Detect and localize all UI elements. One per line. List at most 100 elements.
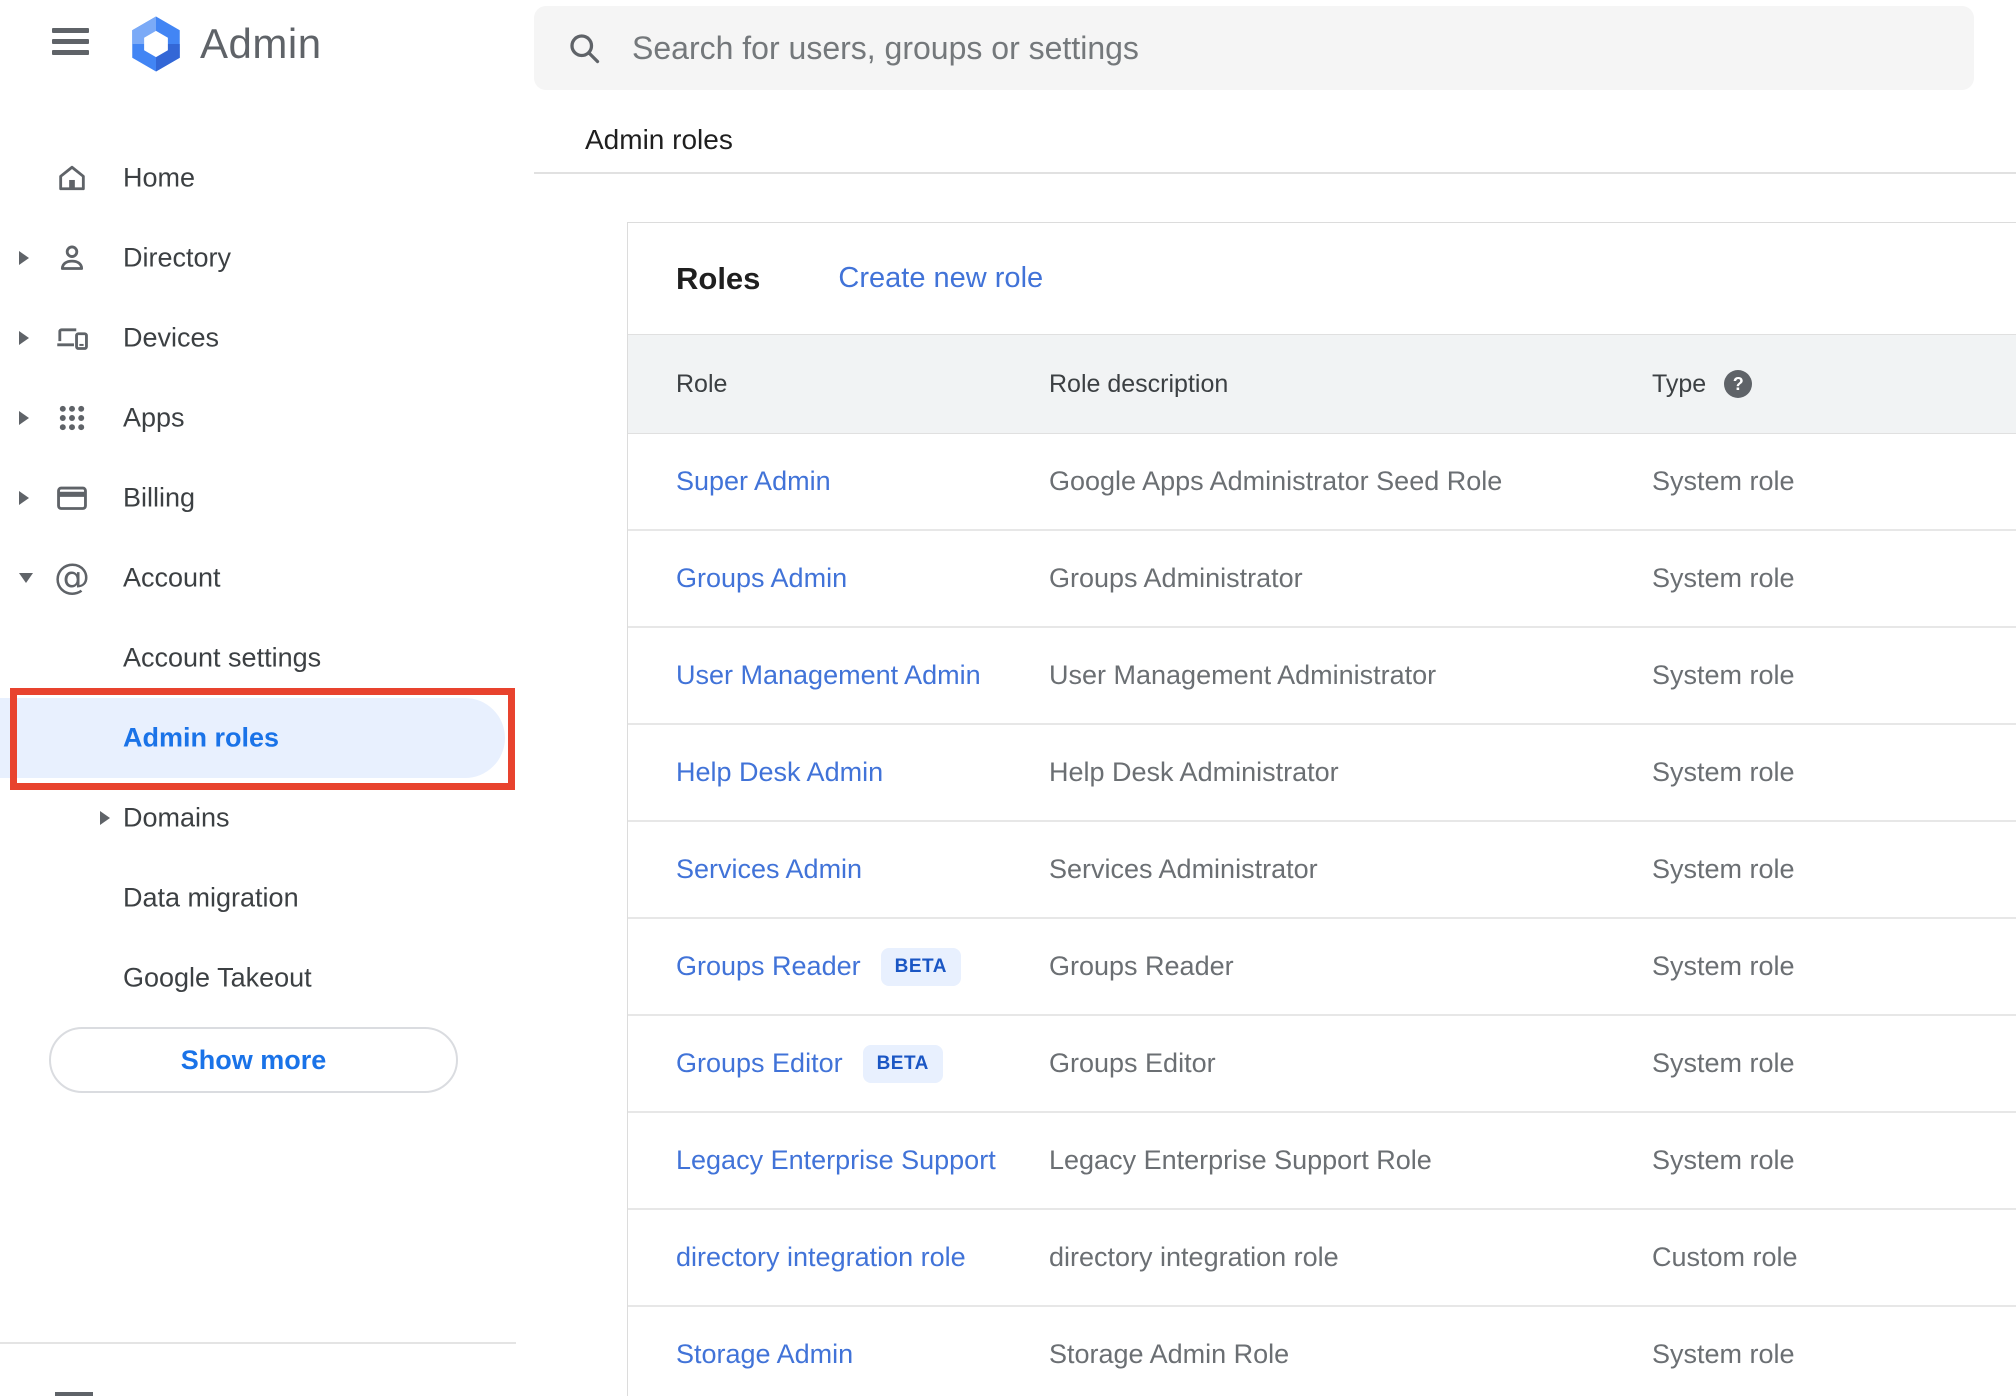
role-description: Storage Admin Role [1049, 1339, 1290, 1369]
role-type: System role [1652, 854, 1795, 884]
sidebar-item-label: Account settings [123, 642, 322, 673]
sidebar-item-label: Billing [123, 482, 196, 513]
role-link[interactable]: directory integration role [676, 1242, 966, 1273]
table-row: Storage Admin Storage Admin Role System … [628, 1307, 2016, 1396]
app-logo: Admin [126, 14, 322, 74]
sidebar: Admin Home Directory Devices Apps Billin… [0, 0, 516, 1396]
role-type: System role [1652, 563, 1795, 593]
role-description: Services Administrator [1049, 854, 1318, 884]
table-row: directory integration role directory int… [628, 1210, 2016, 1307]
role-link[interactable]: Help Desk Admin [676, 757, 883, 788]
table-row: Groups Editor BETA Groups Editor System … [628, 1016, 2016, 1113]
role-link[interactable]: Groups Reader [676, 951, 861, 982]
role-link[interactable]: Storage Admin [676, 1339, 853, 1370]
clipped-bottom-icon [55, 1392, 93, 1396]
role-description: directory integration role [1049, 1242, 1339, 1272]
table-header-row: Role Role description Type ? [628, 334, 2016, 434]
table-row: Help Desk Admin Help Desk Administrator … [628, 725, 2016, 822]
role-type: System role [1652, 1048, 1795, 1078]
chevron-right-icon [19, 411, 29, 425]
role-description: Help Desk Administrator [1049, 757, 1339, 787]
sidebar-nav: Home Directory Devices Apps Billing @ Ac… [0, 138, 516, 1018]
app-title: Admin [200, 20, 322, 67]
role-link[interactable]: Legacy Enterprise Support [676, 1145, 996, 1176]
home-icon [55, 161, 89, 195]
search-bar [534, 6, 1974, 90]
sidebar-item-label: Admin roles [123, 722, 280, 753]
sidebar-item-account[interactable]: @ Account [0, 538, 516, 618]
table-row: User Management Admin User Management Ad… [628, 628, 2016, 725]
sidebar-item-label: Home [123, 162, 196, 193]
at-icon: @ [54, 557, 90, 598]
devices-icon [55, 321, 89, 355]
sidebar-item-home[interactable]: Home [0, 138, 516, 218]
sidebar-item-devices[interactable]: Devices [0, 298, 516, 378]
role-type: System role [1652, 757, 1795, 787]
table-row: Groups Reader BETA Groups Reader System … [628, 919, 2016, 1016]
sidebar-item-data-migration[interactable]: Data migration [0, 858, 516, 938]
sidebar-item-label: Apps [123, 402, 185, 433]
role-type: System role [1652, 466, 1795, 496]
chevron-down-icon [19, 573, 33, 583]
sidebar-item-apps[interactable]: Apps [0, 378, 516, 458]
beta-badge: BETA [862, 1044, 943, 1083]
sidebar-item-label: Directory [123, 242, 232, 273]
admin-logo-icon [132, 16, 180, 72]
role-type: Custom role [1652, 1242, 1798, 1272]
role-link[interactable]: Groups Admin [676, 563, 847, 594]
menu-icon[interactable] [52, 28, 89, 55]
chevron-right-icon [19, 331, 29, 345]
credit-card-icon [55, 481, 89, 515]
role-description: Groups Editor [1049, 1048, 1216, 1078]
role-link[interactable]: Groups Editor [676, 1048, 843, 1079]
chevron-right-icon [19, 251, 29, 265]
column-header-type: Type ? [1652, 370, 2016, 399]
role-link[interactable]: User Management Admin [676, 660, 981, 691]
role-type: System role [1652, 951, 1795, 981]
sidebar-item-domains[interactable]: Domains [0, 778, 516, 858]
apps-grid-icon [55, 401, 89, 435]
roles-table-body: Super Admin Google Apps Administrator Se… [628, 434, 2016, 1396]
role-type: System role [1652, 660, 1795, 690]
sidebar-item-billing[interactable]: Billing [0, 458, 516, 538]
search-icon [570, 34, 600, 64]
breadcrumb: Admin roles [585, 124, 733, 155]
chevron-right-icon [100, 811, 110, 825]
roles-panel: Roles Create new role Role Role descript… [627, 222, 2016, 1396]
help-icon[interactable]: ? [1724, 370, 1753, 398]
role-type: System role [1652, 1339, 1795, 1369]
sidebar-item-directory[interactable]: Directory [0, 218, 516, 298]
sidebar-divider [0, 1342, 516, 1344]
sidebar-item-label: Account [123, 562, 221, 593]
sidebar-item-admin-roles[interactable]: Admin roles [0, 698, 505, 778]
search-input[interactable] [632, 29, 1974, 67]
sidebar-item-label: Google Takeout [123, 962, 312, 993]
chevron-right-icon [19, 491, 29, 505]
column-header-role: Role [676, 369, 728, 398]
table-row: Legacy Enterprise Support Legacy Enterpr… [628, 1113, 2016, 1210]
person-icon [55, 241, 89, 275]
table-row: Services Admin Services Administrator Sy… [628, 822, 2016, 919]
role-link[interactable]: Super Admin [676, 466, 831, 497]
sidebar-item-label: Devices [123, 322, 220, 353]
create-new-role-link[interactable]: Create new role [838, 262, 1043, 295]
column-header-type-label: Type [1652, 369, 1707, 398]
role-description: User Management Administrator [1049, 660, 1437, 690]
role-description: Groups Administrator [1049, 563, 1303, 593]
role-description: Legacy Enterprise Support Role [1049, 1145, 1432, 1175]
table-row: Super Admin Google Apps Administrator Se… [628, 434, 2016, 531]
header-divider [534, 172, 2016, 174]
beta-badge: BETA [880, 947, 961, 986]
sidebar-item-label: Data migration [123, 882, 299, 913]
column-header-role-description: Role description [1049, 369, 1229, 398]
panel-title: Roles [676, 260, 761, 296]
sidebar-item-account-settings[interactable]: Account settings [0, 618, 516, 698]
sidebar-item-label: Domains [123, 802, 230, 833]
role-description: Google Apps Administrator Seed Role [1049, 466, 1503, 496]
show-more-button[interactable]: Show more [49, 1027, 458, 1093]
role-type: System role [1652, 1145, 1795, 1175]
table-row: Groups Admin Groups Administrator System… [628, 531, 2016, 628]
role-link[interactable]: Services Admin [676, 854, 862, 885]
sidebar-item-google-takeout[interactable]: Google Takeout [0, 938, 516, 1018]
roles-panel-header: Roles Create new role [628, 223, 2016, 334]
